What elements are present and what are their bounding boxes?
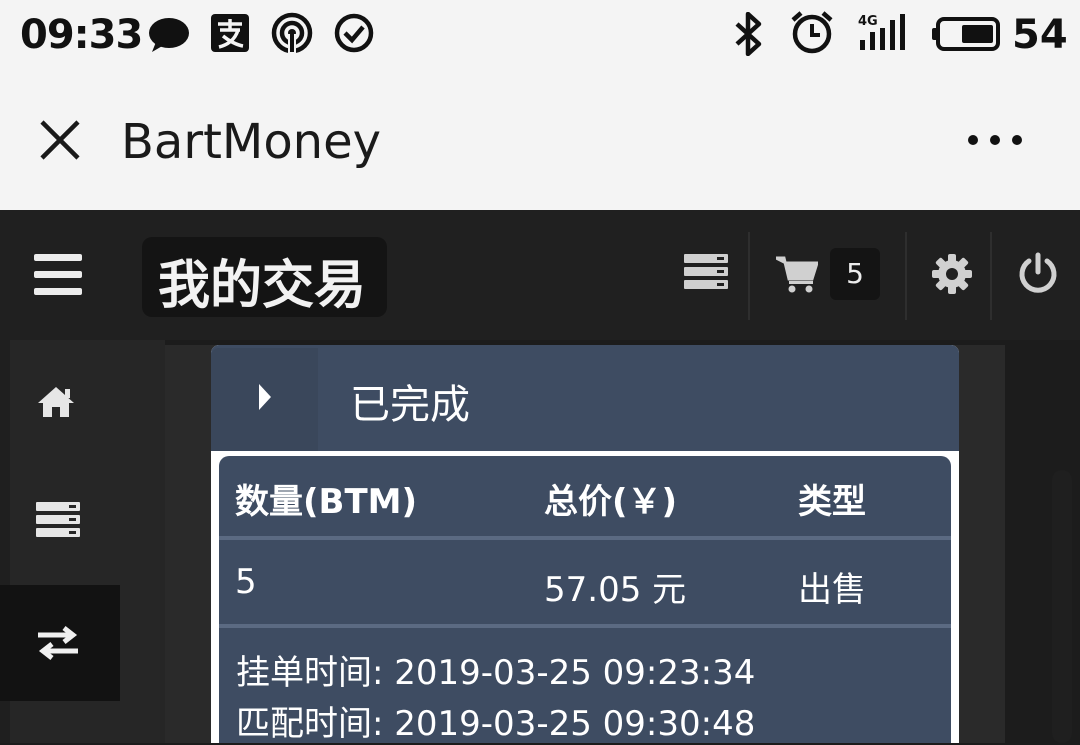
row-divider xyxy=(219,536,951,540)
header-separator xyxy=(990,232,992,320)
bluetooth-icon xyxy=(735,12,762,56)
header-separator xyxy=(905,232,907,320)
scrollbar[interactable] xyxy=(1052,470,1072,743)
svg-text:4G: 4G xyxy=(858,14,878,29)
sidebar-item-exchange[interactable] xyxy=(0,585,120,701)
panel-toggle[interactable] xyxy=(211,348,318,451)
cart-count-badge: 5 xyxy=(830,248,880,300)
column-header-quantity: 数量(BTM) xyxy=(235,482,418,522)
alipay-icon xyxy=(211,14,249,52)
menu-icon[interactable] xyxy=(34,254,82,296)
sidebar-item-list[interactable] xyxy=(0,462,120,578)
row-divider xyxy=(219,624,951,628)
list-icon[interactable] xyxy=(684,254,728,290)
alarm-icon xyxy=(791,11,833,54)
browser-title: BartMoney xyxy=(121,114,382,170)
signal-4g-icon: 4G xyxy=(858,14,905,50)
header-separator xyxy=(748,232,750,320)
list-icon xyxy=(36,502,80,537)
column-header-type: 类型 xyxy=(798,482,866,522)
check-circle-icon xyxy=(334,13,374,53)
hotspot-icon xyxy=(271,12,313,54)
battery-icon xyxy=(932,17,1000,51)
panel-header[interactable] xyxy=(211,345,959,451)
match-time: 匹配时间: 2019-03-25 09:30:48 xyxy=(236,704,756,744)
exchange-icon xyxy=(38,626,78,660)
status-bar: 09:33 4G 54 xyxy=(0,0,1080,70)
column-header-total: 总价(￥) xyxy=(544,482,678,522)
trade-quantity: 5 xyxy=(235,562,257,602)
chat-icon xyxy=(149,18,189,52)
order-time: 挂单时间: 2019-03-25 09:23:34 xyxy=(236,653,756,693)
app-header: 我的交易 5 xyxy=(0,210,1080,340)
status-time: 09:33 xyxy=(20,12,143,58)
browser-title-bar: BartMoney xyxy=(0,70,1080,210)
sidebar-item-home[interactable] xyxy=(0,345,120,461)
close-icon[interactable] xyxy=(36,116,84,164)
home-icon xyxy=(38,387,74,417)
cart-icon[interactable] xyxy=(776,255,818,293)
page-title: 我的交易 xyxy=(158,256,367,316)
battery-level: 54 xyxy=(1012,12,1068,58)
panel-title: 已完成 xyxy=(350,382,470,428)
trade-total: 57.05 元 xyxy=(544,570,687,610)
power-icon[interactable] xyxy=(1018,252,1058,294)
caret-right-icon xyxy=(259,384,271,410)
more-icon[interactable] xyxy=(964,130,1026,150)
trade-type: 出售 xyxy=(798,570,866,610)
gear-icon[interactable] xyxy=(932,254,972,294)
